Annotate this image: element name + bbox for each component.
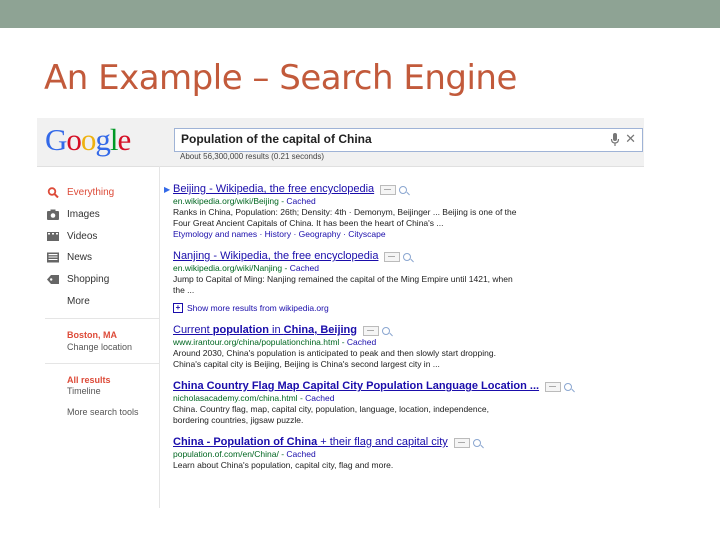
magnifier-icon[interactable] <box>399 185 408 194</box>
result-snippet: Around 2030, China's population is antic… <box>173 348 496 358</box>
search-box[interactable]: Population of the capital of China ✕ <box>174 128 643 152</box>
result-url: nicholasacademy.com/china.html <box>173 393 298 403</box>
result-title-link[interactable]: China - Population of China + their flag… <box>173 435 448 449</box>
result-title-link[interactable]: Nanjing - Wikipedia, the free encycloped… <box>173 249 378 263</box>
preview-icon[interactable] <box>384 251 401 262</box>
tag-icon <box>47 275 59 285</box>
sidebar: Everything Images Videos News Shopping M… <box>37 166 160 508</box>
logo-letter: e <box>117 122 132 157</box>
logo-letter: g <box>95 122 110 157</box>
show-more-results-link[interactable]: + Show more results from wikipedia.org <box>173 303 633 313</box>
cached-link[interactable]: Cached <box>347 337 376 347</box>
result-item: ▶ Beijing - Wikipedia, the free encyclope… <box>164 182 633 240</box>
close-icon[interactable]: ✕ <box>625 131 636 147</box>
magnifier-icon[interactable] <box>403 252 412 261</box>
result-item: Nanjing - Wikipedia, the free encycloped… <box>173 249 633 296</box>
preview-icon[interactable] <box>453 437 470 448</box>
result-item: Current population in China, Beijing www… <box>173 323 633 370</box>
instant-preview-arrow-icon[interactable]: ▶ <box>164 184 173 195</box>
result-snippet: Learn about China's population, capital … <box>173 460 394 470</box>
slide-title: An Example – Search Engine <box>44 58 517 98</box>
result-snippet: China. Country flag, map, capital city, … <box>173 404 489 414</box>
result-stats: About 56,300,000 results (0.21 seconds) <box>180 152 325 161</box>
camera-icon <box>47 209 59 221</box>
logo-letter: o <box>66 122 81 157</box>
film-icon <box>47 231 59 241</box>
logo-letter: G <box>45 122 67 157</box>
title-part: China, Beijing <box>283 324 357 336</box>
cached-link[interactable]: Cached <box>286 196 315 206</box>
sidebar-item-everything[interactable]: Everything <box>47 182 114 204</box>
result-snippet: Ranks in China, Population: 26th; Densit… <box>173 207 517 217</box>
show-more-results-label: Show more results from wikipedia.org <box>187 303 329 313</box>
sidebar-item-label: News <box>67 252 93 264</box>
cached-link[interactable]: Cached <box>290 263 319 273</box>
result-url: population.of.com/en/China/ <box>173 449 279 459</box>
sidebar-item-images[interactable]: Images <box>47 204 114 226</box>
title-part: in <box>268 324 284 336</box>
result-snippet: Four Great Ancient Capitals of China. It… <box>173 218 444 228</box>
search-icon <box>47 187 59 199</box>
preview-icon[interactable] <box>380 184 397 195</box>
result-snippet: China's capital city is Beijing, Beijing… <box>173 359 440 369</box>
change-location-link[interactable]: Change location <box>67 342 132 354</box>
slide-top-bar <box>0 0 720 28</box>
search-input[interactable]: Population of the capital of China <box>181 132 372 146</box>
result-item: China Country Flag Map Capital City Popu… <box>173 379 633 426</box>
magnifier-icon[interactable] <box>564 382 573 391</box>
magnifier-icon[interactable] <box>472 438 481 447</box>
result-title-link[interactable]: Beijing - Wikipedia, the free encycloped… <box>173 182 374 196</box>
result-url: en.wikipedia.org/wiki/Nanjing <box>173 263 283 273</box>
plus-icon: + <box>173 303 183 313</box>
result-sitelinks[interactable]: Etymology and names · History · Geograph… <box>173 229 633 240</box>
sidebar-item-news[interactable]: News <box>47 247 114 269</box>
search-screenshot: Google Population of the capital of Chin… <box>37 118 644 508</box>
result-title-link[interactable]: China Country Flag Map Capital City Popu… <box>173 379 539 393</box>
result-title-link[interactable]: Current population in China, Beijing <box>173 323 357 337</box>
location-label: Boston, MA <box>67 330 117 340</box>
sidebar-item-label: Images <box>67 209 100 221</box>
title-part: China - Population of China <box>173 436 318 448</box>
cached-link[interactable]: Cached <box>305 393 334 403</box>
search-tools-panel: All results Timeline More search tools <box>67 375 139 418</box>
sidebar-item-videos[interactable]: Videos <box>47 225 114 247</box>
result-snippet: bordering countries, jigsaw puzzle. <box>173 415 304 425</box>
logo-letter: o <box>80 122 96 157</box>
results-list: ▶ Beijing - Wikipedia, the free encyclope… <box>164 182 633 480</box>
sidebar-item-shopping[interactable]: Shopping <box>47 269 114 291</box>
result-url: www.irantour.org/china/populationchina.h… <box>173 337 340 347</box>
google-logo[interactable]: Google <box>45 122 132 158</box>
title-part: population <box>212 324 269 336</box>
all-results-link[interactable]: All results <box>67 375 139 386</box>
sidebar-item-more[interactable]: More <box>47 290 114 312</box>
title-part: + their flag and capital city <box>317 436 448 448</box>
location-panel: Boston, MA Change location <box>67 330 132 353</box>
cached-link[interactable]: Cached <box>286 449 315 459</box>
timeline-link[interactable]: Timeline <box>67 386 139 397</box>
more-search-tools-link[interactable]: More search tools <box>67 407 139 418</box>
result-item: China - Population of China + their flag… <box>173 435 633 471</box>
result-url: en.wikipedia.org/wiki/Beijing <box>173 196 279 206</box>
result-snippet: Jump to Capital of Ming: Nanjing remaine… <box>173 274 513 284</box>
sidebar-divider <box>45 318 159 319</box>
microphone-icon[interactable] <box>610 133 620 147</box>
sidebar-item-label: More <box>67 295 90 307</box>
logo-letter: l <box>109 122 119 157</box>
search-header: Google Population of the capital of Chin… <box>37 118 644 167</box>
title-part: Current <box>173 324 213 336</box>
sidebar-nav: Everything Images Videos News Shopping M… <box>47 182 114 312</box>
preview-icon[interactable] <box>363 325 379 336</box>
sidebar-divider <box>45 363 159 364</box>
sidebar-item-label: Shopping <box>67 274 110 286</box>
magnifier-icon[interactable] <box>382 326 390 335</box>
newspaper-icon <box>47 252 59 263</box>
sidebar-item-label: Everything <box>67 187 115 199</box>
preview-icon[interactable] <box>545 381 562 392</box>
sidebar-item-label: Videos <box>67 230 98 242</box>
result-snippet: the ... <box>173 285 195 295</box>
